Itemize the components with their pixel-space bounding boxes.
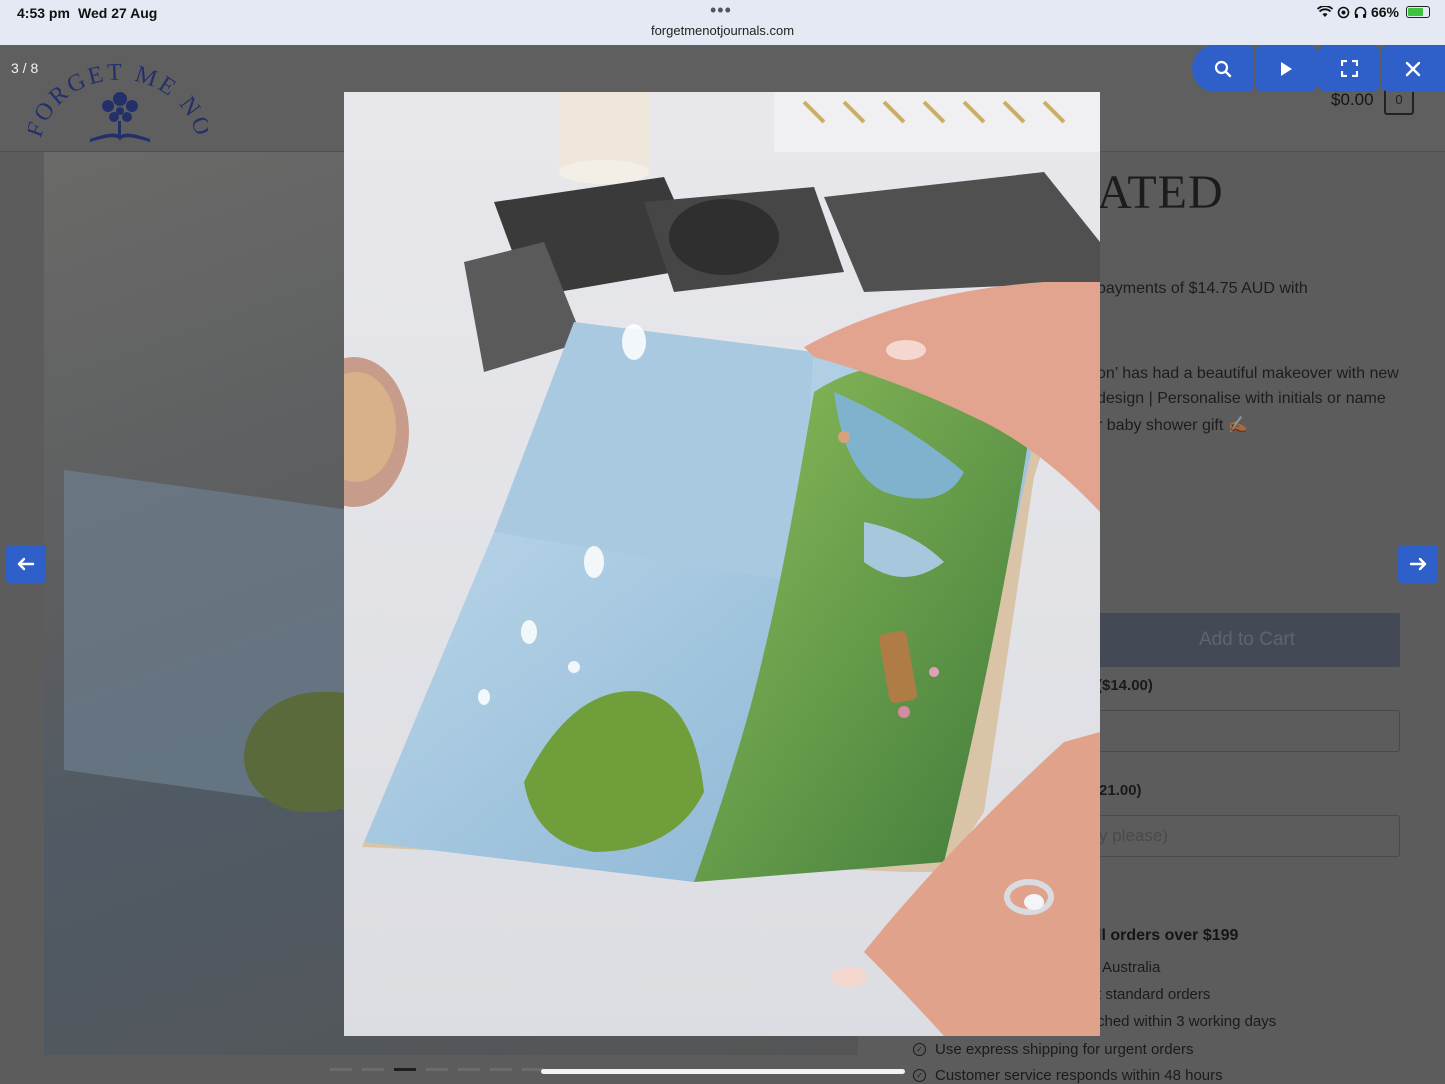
zoom-button[interactable] (1192, 45, 1254, 92)
wifi-icon (1316, 6, 1333, 17)
add-to-cart-button[interactable]: Add to Cart (1094, 613, 1400, 667)
option-2-field[interactable]: y please) (1094, 815, 1400, 857)
fullscreen-button[interactable] (1318, 45, 1380, 92)
play-icon (1281, 61, 1292, 76)
gallery-dot-active[interactable] (394, 1068, 416, 1071)
check-circle-icon: ✓ (913, 1069, 926, 1082)
home-indicator[interactable] (541, 1069, 905, 1074)
multitasking-dots-icon[interactable]: ••• (710, 0, 732, 21)
close-button[interactable] (1381, 45, 1445, 92)
option-1-field[interactable] (1094, 710, 1400, 752)
product-description-line-2: design | Personalise with initials or na… (1097, 390, 1386, 407)
status-bar: 4:53 pm Wed 27 Aug ••• forgetmenotjourna… (0, 0, 1445, 45)
address-bar-url[interactable]: forgetmenotjournals.com (0, 23, 1445, 38)
gallery-dot[interactable] (490, 1068, 512, 1071)
gallery-dot[interactable] (458, 1068, 480, 1071)
journal-watercolour-photo (344, 92, 1100, 1036)
status-time: 4:53 pm (17, 5, 70, 21)
previous-image-button[interactable] (6, 545, 46, 583)
shipping-line: t standard orders (1097, 986, 1211, 1003)
close-icon (1405, 61, 1421, 76)
gallery-dot[interactable] (362, 1068, 384, 1071)
arrow-left-icon (17, 557, 35, 571)
arrow-right-icon (1409, 557, 1427, 571)
check-circle-icon: ✓ (913, 1043, 926, 1056)
shipping-line: ched within 3 working days (1097, 1013, 1277, 1030)
location-icon (1337, 6, 1350, 18)
status-indicators: 66% (1316, 4, 1430, 20)
battery-percent: 66% (1370, 4, 1399, 20)
gallery-pagination (330, 1068, 544, 1071)
afterpay-text: payments of $14.75 AUD with (1097, 280, 1308, 297)
fullscreen-icon (1340, 60, 1358, 77)
product-description-line-3: r baby shower gift ✍🏾 (1097, 417, 1248, 434)
search-icon (1214, 60, 1232, 77)
option-1-label: ($14.00) (1097, 677, 1153, 694)
product-title: ATED (1097, 166, 1224, 219)
slideshow-button[interactable] (1255, 45, 1317, 92)
cart-price[interactable]: $0.00 (1331, 90, 1374, 110)
image-counter: 3 / 8 (11, 60, 39, 76)
headphones-icon (1354, 6, 1367, 18)
battery-icon (1406, 6, 1430, 18)
shipping-line: ✓ Use express shipping for urgent orders (913, 1041, 1193, 1058)
option-2-label: 21.00) (1099, 782, 1142, 799)
forget-me-not-logo[interactable]: FORGET ME NOT (28, 51, 208, 151)
shipping-heading: ll orders over $199 (1097, 927, 1239, 944)
next-image-button[interactable] (1398, 545, 1438, 583)
gallery-dot[interactable] (330, 1068, 352, 1071)
shipping-line: Australia (1102, 959, 1161, 976)
gallery-dot[interactable] (426, 1068, 448, 1071)
product-description-line-1: on’ has had a beautiful makeover with ne… (1097, 365, 1399, 382)
lightbox-product-image[interactable] (344, 92, 1100, 1036)
shipping-line: ✓ Customer service responds within 48 ho… (913, 1067, 1223, 1084)
status-date: Wed 27 Aug (78, 5, 158, 21)
